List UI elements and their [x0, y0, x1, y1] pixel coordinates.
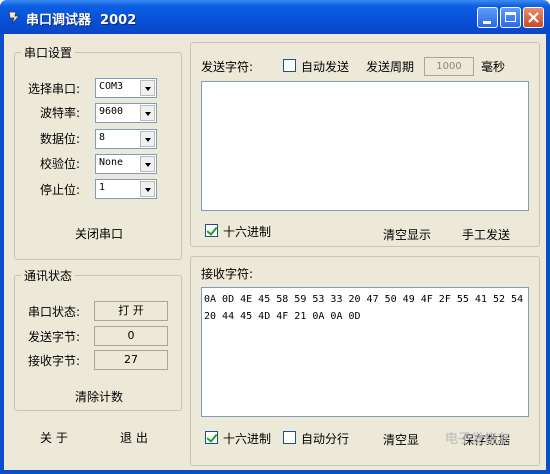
auto-wrap-checkbox[interactable]: [283, 431, 296, 444]
client-area: 串口设置 选择串口: COM3 波特率: 9600 数据位: 8 校验位: No…: [4, 34, 546, 470]
port-select[interactable]: COM3: [95, 78, 157, 98]
chevron-down-icon[interactable]: [140, 131, 155, 147]
comm-status-group: 通讯状态 串口状态: 打 开 发送字节: 0 接收字节: 27 清除计数: [14, 267, 182, 411]
auto-send-checkbox[interactable]: [283, 59, 296, 72]
port-state-value: 打 开: [94, 301, 168, 321]
send-period-unit: 毫秒: [481, 60, 506, 74]
receive-hex-checkbox[interactable]: [205, 431, 218, 444]
chevron-down-icon[interactable]: [140, 156, 155, 172]
baud-value: 9600: [99, 106, 124, 117]
chevron-down-icon[interactable]: [140, 181, 155, 197]
window-title: 串口调试器 2002: [26, 13, 137, 28]
stopbits-value: 1: [99, 182, 106, 193]
send-period-label: 发送周期: [366, 60, 415, 74]
baud-select[interactable]: 9600: [95, 103, 157, 123]
clear-count-button[interactable]: 清除计数: [75, 388, 123, 405]
receive-text: 0A 0D 4E 45 58 59 53 33 20 47 50 49 4F 2…: [204, 294, 524, 322]
send-hex-checkbox[interactable]: [205, 224, 218, 237]
app-icon: [8, 11, 20, 25]
send-hex-label: 十六进制: [223, 225, 272, 239]
serial-settings-title: 串口设置: [21, 44, 76, 61]
stopbits-select[interactable]: 1: [95, 179, 157, 199]
stopbits-label: 停止位:: [40, 183, 81, 197]
close-button[interactable]: [523, 7, 544, 28]
app-window: 串口调试器 2002 串口设置 选择串口: COM3 波特率: 9600 数据位…: [0, 0, 550, 474]
receive-hex-label: 十六进制: [223, 432, 272, 446]
clear-receive-button[interactable]: 清空显: [383, 431, 419, 448]
close-port-button[interactable]: 关闭串口: [75, 225, 123, 242]
comm-status-title: 通讯状态: [21, 267, 76, 284]
chevron-down-icon[interactable]: [140, 80, 155, 96]
port-value: COM3: [99, 81, 124, 92]
title-bar[interactable]: 串口调试器 2002: [0, 0, 550, 34]
send-textarea[interactable]: [201, 81, 529, 211]
sent-bytes-value: 0: [94, 326, 168, 346]
databits-label: 数据位:: [40, 132, 81, 146]
databits-value: 8: [99, 132, 106, 143]
recv-bytes-value: 27: [94, 350, 168, 370]
auto-wrap-label: 自动分行: [301, 432, 350, 446]
chevron-down-icon[interactable]: [140, 105, 155, 121]
send-panel: 发送字符: 自动发送 发送周期 1000 毫秒 十六进制 清空显示 手工发送: [190, 42, 540, 247]
baud-label: 波特率:: [40, 106, 81, 120]
send-period-input[interactable]: 1000: [424, 57, 474, 76]
parity-value: None: [99, 157, 124, 168]
clear-send-button[interactable]: 清空显示: [383, 226, 431, 243]
databits-select[interactable]: 8: [95, 129, 157, 149]
receive-label: 接收字符:: [201, 267, 254, 281]
serial-settings-group: 串口设置 选择串口: COM3 波特率: 9600 数据位: 8 校验位: No…: [14, 44, 182, 260]
close-icon: [528, 12, 539, 23]
send-label: 发送字符:: [201, 60, 254, 74]
manual-send-button[interactable]: 手工发送: [462, 226, 510, 243]
recv-bytes-label: 接收字节:: [28, 354, 81, 368]
port-state-label: 串口状态:: [28, 305, 81, 319]
watermark: 电子发烧友: [445, 432, 511, 447]
minimize-icon: [483, 21, 491, 24]
about-button[interactable]: 关 于: [40, 429, 68, 446]
sent-bytes-label: 发送字节:: [28, 330, 81, 344]
receive-textarea[interactable]: 0A 0D 4E 45 58 59 53 33 20 47 50 49 4F 2…: [201, 287, 529, 417]
maximize-icon: [505, 12, 516, 22]
minimize-button[interactable]: [477, 7, 498, 28]
maximize-button[interactable]: [500, 7, 521, 28]
port-label: 选择串口:: [28, 82, 81, 96]
auto-send-label: 自动发送: [301, 60, 350, 74]
parity-select[interactable]: None: [95, 154, 157, 174]
exit-button[interactable]: 退 出: [120, 429, 148, 446]
parity-label: 校验位:: [40, 157, 81, 171]
